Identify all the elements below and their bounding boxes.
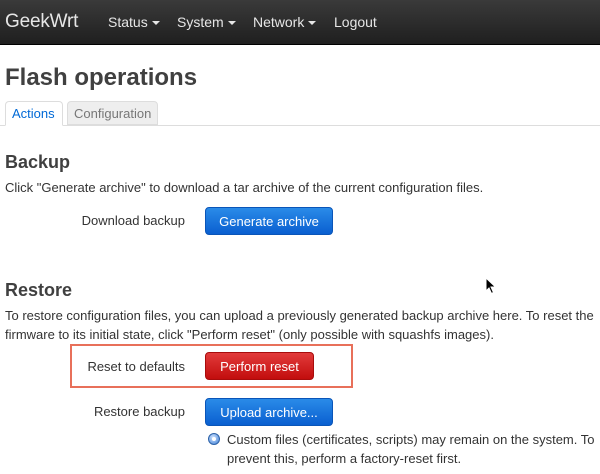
nav-logout-link[interactable]: Logout <box>334 14 377 30</box>
info-icon <box>208 433 220 445</box>
chevron-down-icon <box>308 21 317 26</box>
tab-configuration[interactable]: Configuration <box>67 101 158 125</box>
nav-system-menu[interactable]: System <box>177 14 236 30</box>
nav-system-label: System <box>177 14 224 30</box>
top-navbar: GeekWrt Status System Network Logout <box>0 0 600 45</box>
restore-backup-label: Restore backup <box>93 404 185 419</box>
restore-section-title: Restore <box>5 280 73 300</box>
upload-archive-button[interactable]: Upload archive... <box>205 398 333 426</box>
nav-network-label: Network <box>253 14 305 30</box>
download-backup-label: Download backup <box>81 213 185 228</box>
backup-section-title: Backup <box>5 152 71 172</box>
restore-description-line1: To restore configuration files, you can … <box>5 308 594 323</box>
brand-logo[interactable]: GeekWrt <box>5 11 78 33</box>
generate-archive-button[interactable]: Generate archive <box>205 207 333 235</box>
restore-description-line2: firmware to its initial state, click "Pe… <box>5 327 494 342</box>
tab-actions[interactable]: Actions <box>5 101 63 126</box>
nav-status-menu[interactable]: Status <box>108 14 160 30</box>
nav-network-menu[interactable]: Network <box>253 14 317 30</box>
nav-status-label: Status <box>108 14 148 30</box>
backup-description: Click "Generate archive" to download a t… <box>5 180 484 195</box>
chevron-down-icon <box>151 21 160 26</box>
chevron-down-icon <box>227 21 236 26</box>
reset-to-defaults-label: Reset to defaults <box>87 359 185 374</box>
restore-note: Custom files (certificates, scripts) may… <box>227 430 599 468</box>
perform-reset-button[interactable]: Perform reset <box>205 352 314 380</box>
page-title: Flash operations <box>5 64 198 91</box>
restore-note-line1: Custom files (certificates, scripts) may… <box>227 432 595 447</box>
restore-note-line2: prevent this, perform a factory-reset fi… <box>227 451 462 466</box>
mouse-cursor-icon <box>485 277 497 295</box>
